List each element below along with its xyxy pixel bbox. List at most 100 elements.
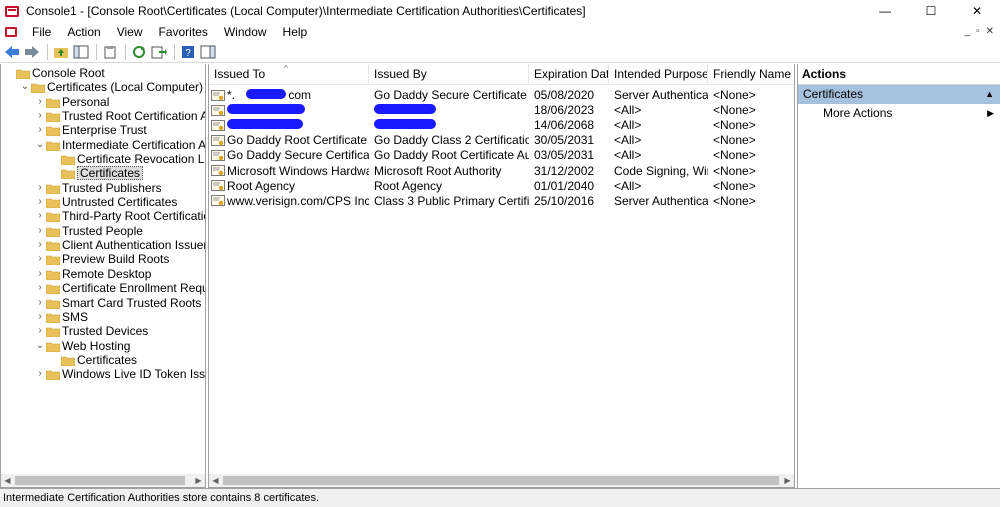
column-intended-purposes[interactable]: Intended Purposes — [609, 64, 708, 85]
tree-item[interactable]: ⌄ Web Hosting — [1, 339, 205, 353]
tree-item[interactable]: › Enterprise Trust — [1, 123, 205, 137]
tree-item[interactable]: › Certificate Enrollment Requests — [1, 281, 205, 295]
refresh-button[interactable] — [130, 43, 148, 61]
tree-item-label: Certificate Revocation List — [77, 152, 205, 167]
tree-item[interactable]: › SMS — [1, 310, 205, 324]
actions-section-certificates[interactable]: Certificates ▲ — [798, 85, 1000, 104]
minimize-button[interactable]: — — [862, 0, 908, 22]
properties-button[interactable] — [101, 43, 119, 61]
table-row[interactable]: Root Agency Root Agency 01/01/2040 <All> <No… — [209, 179, 794, 194]
expand-arrow-icon[interactable]: › — [35, 367, 45, 381]
expand-arrow-icon[interactable]: › — [35, 195, 45, 209]
scroll-left-arrow-icon[interactable]: ◀ — [1, 474, 14, 487]
menu-file[interactable]: File — [24, 25, 59, 39]
tree-item[interactable]: › Trusted Publishers — [1, 181, 205, 195]
maximize-button[interactable]: ☐ — [908, 0, 954, 22]
forward-button[interactable] — [23, 43, 41, 61]
column-friendly-name[interactable]: Friendly Name — [708, 64, 794, 85]
tree-item[interactable]: › Trusted Devices — [1, 324, 205, 338]
help-button[interactable]: ? — [179, 43, 197, 61]
table-row[interactable]: www.verisign.com/CPS Incorp.... Class 3 P… — [209, 194, 794, 209]
tree-item[interactable]: › Trusted People — [1, 224, 205, 238]
close-button[interactable]: ✕ — [954, 0, 1000, 22]
expand-arrow-icon[interactable]: › — [35, 281, 45, 295]
expand-arrow-icon[interactable]: › — [35, 123, 45, 137]
expand-arrow-icon[interactable]: › — [35, 109, 45, 123]
table-row[interactable]: Microsoft Windows Hardware ... Microsoft … — [209, 164, 794, 179]
certificate-list[interactable]: ^ Issued To Issued By Expiration Date In… — [208, 64, 795, 488]
back-button[interactable] — [3, 43, 21, 61]
tree-item[interactable]: ⌄ Intermediate Certification Authorities — [1, 138, 205, 152]
tree-item[interactable]: › Remote Desktop — [1, 267, 205, 281]
tree-item[interactable]: › Personal — [1, 95, 205, 109]
folder-icon — [45, 183, 61, 195]
cell-issued-to: Microsoft Windows Hardware ... — [209, 164, 369, 179]
expand-arrow-icon[interactable]: › — [35, 267, 45, 281]
tree-item[interactable]: › Trusted Root Certification Authorities — [1, 109, 205, 123]
expand-arrow-icon[interactable]: › — [35, 324, 45, 338]
expand-arrow-icon[interactable]: › — [35, 252, 45, 266]
folder-icon — [45, 298, 61, 309]
mdi-minimize-button[interactable]: _ — [965, 26, 971, 37]
tree-item[interactable]: ⌄ Certificates (Local Computer) — [1, 80, 205, 94]
scroll-right-arrow-icon[interactable]: ▶ — [781, 474, 794, 487]
collapse-up-icon[interactable]: ▲ — [985, 85, 994, 104]
cell-intended-purposes: <All> — [614, 133, 642, 148]
tree-item[interactable]: Certificates — [1, 353, 205, 367]
scroll-thumb[interactable] — [15, 476, 185, 485]
column-issued-to[interactable]: ^ Issued To — [209, 64, 369, 85]
toolbar-separator — [47, 43, 48, 60]
tree-item[interactable]: Certificate Revocation List — [1, 152, 205, 166]
column-label: Friendly Name — [713, 67, 792, 81]
show-hide-action-pane-button[interactable] — [199, 43, 217, 61]
scroll-left-arrow-icon[interactable]: ◀ — [209, 474, 222, 487]
table-row[interactable]: Go Daddy Root Certificate Auth... Go Dadd… — [209, 133, 794, 148]
list-horizontal-scrollbar[interactable]: ◀ ▶ — [209, 474, 794, 487]
column-label: Intended Purposes — [614, 67, 708, 81]
tree-item[interactable]: › Third-Party Root Certification Authorit… — [1, 209, 205, 223]
tree-item[interactable]: › Untrusted Certificates — [1, 195, 205, 209]
console-icon[interactable] — [4, 25, 18, 39]
folder-up-icon — [54, 47, 68, 58]
mmc-app-icon — [5, 6, 19, 17]
tree-item[interactable]: › Smart Card Trusted Roots — [1, 296, 205, 310]
folder-icon — [60, 355, 76, 367]
table-row[interactable]: *. com Go Daddy Secure Certificate Auth..… — [209, 88, 794, 103]
column-issued-by[interactable]: Issued By — [369, 64, 529, 85]
console-tree[interactable]: Console Root ⌄ Certificates (Local Compute… — [0, 64, 206, 488]
tree-item-label: Certificates — [77, 166, 144, 181]
mdi-restore-button[interactable]: ▫ — [976, 26, 980, 37]
menu-window[interactable]: Window — [216, 25, 275, 39]
expand-arrow-icon[interactable]: › — [35, 95, 45, 109]
expand-arrow-icon[interactable]: › — [35, 238, 45, 252]
export-list-button[interactable] — [150, 43, 168, 61]
show-hide-tree-button[interactable] — [72, 43, 90, 61]
tree-item[interactable]: Console Root — [1, 66, 205, 80]
table-row[interactable]: Go Daddy Secure Certificate Au... Go Dadd… — [209, 148, 794, 163]
scroll-thumb[interactable] — [223, 476, 779, 485]
expand-arrow-icon[interactable]: › — [35, 310, 45, 324]
tree-item[interactable]: Certificates — [1, 166, 205, 181]
expand-arrow-icon[interactable]: › — [35, 296, 45, 310]
tree-item[interactable]: › Windows Live ID Token Issuer — [1, 367, 205, 381]
tree-item[interactable]: › Preview Build Roots — [1, 252, 205, 266]
column-label: Issued To — [214, 67, 266, 81]
collapse-arrow-icon[interactable]: ⌄ — [20, 80, 30, 94]
more-actions-item[interactable]: More Actions ▶ — [798, 104, 1000, 123]
collapse-arrow-icon[interactable]: ⌄ — [35, 339, 45, 353]
scroll-right-arrow-icon[interactable]: ▶ — [192, 474, 205, 487]
mdi-close-button[interactable]: ✕ — [986, 26, 994, 37]
expand-arrow-icon[interactable]: › — [35, 181, 45, 195]
expand-arrow-icon[interactable]: › — [35, 209, 45, 223]
up-one-level-button[interactable] — [52, 43, 70, 61]
tree-item[interactable]: › Client Authentication Issuers — [1, 238, 205, 252]
column-expiration-date[interactable]: Expiration Date — [529, 64, 609, 85]
expand-arrow-icon[interactable]: › — [35, 224, 45, 238]
collapse-arrow-icon[interactable]: ⌄ — [35, 138, 45, 152]
tree-horizontal-scrollbar[interactable]: ◀ ▶ — [1, 474, 205, 487]
menu-favorites[interactable]: Favorites — [151, 25, 216, 39]
mdi-controls: _ ▫ ✕ — [965, 22, 995, 41]
menu-view[interactable]: View — [109, 25, 151, 39]
menu-action[interactable]: Action — [59, 25, 108, 39]
menu-help[interactable]: Help — [275, 25, 316, 39]
